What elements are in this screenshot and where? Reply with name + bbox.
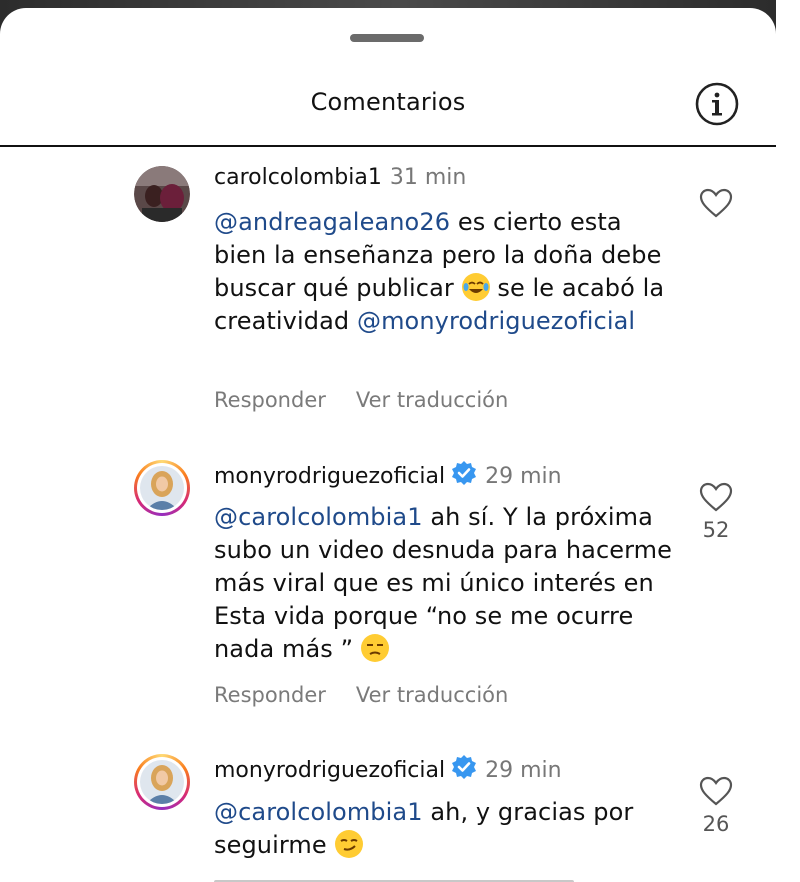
mention-link[interactable]: @carolcolombia1: [214, 503, 423, 531]
timestamp: 31 min: [389, 165, 467, 190]
comment-text: @carolcolombia1 ah, y gracias por seguir…: [214, 796, 674, 862]
like-count: 26: [702, 812, 730, 836]
avatar[interactable]: [134, 166, 190, 222]
comment-meta: monyrodriguezoficial 29 min: [214, 460, 562, 492]
username[interactable]: carolcolombia1: [214, 165, 382, 190]
comment-actions: Responder Ver traducción: [214, 683, 508, 707]
page-title: Comentarios: [310, 88, 466, 116]
username[interactable]: monyrodriguezoficial: [214, 758, 445, 783]
reply-button[interactable]: Responder: [214, 683, 326, 707]
header-divider: [0, 145, 776, 147]
heart-icon: [699, 188, 733, 218]
info-icon[interactable]: [694, 81, 740, 127]
comment-text: @carolcolombia1 ah sí. Y la próxima subo…: [214, 501, 674, 666]
like-count: 52: [702, 518, 730, 542]
mention-link[interactable]: @andreagaleano26: [214, 208, 450, 236]
timestamp: 29 min: [485, 758, 562, 783]
heart-icon: [699, 776, 733, 806]
verified-badge-icon: [451, 460, 477, 492]
mention-link[interactable]: @carolcolombia1: [214, 798, 423, 826]
translate-button[interactable]: Ver traducción: [356, 388, 508, 412]
avatar-photo: [134, 166, 190, 222]
comment-text: @andreagaleano26 es cierto esta bien la …: [214, 206, 674, 338]
tears-of-joy-emoji: [461, 273, 490, 301]
smirking-face-emoji: [334, 830, 363, 858]
comment-meta: monyrodriguezoficial 29 min: [214, 754, 562, 786]
comment-meta: carolcolombia1 31 min: [214, 165, 466, 190]
translate-button[interactable]: Ver traducción: [356, 683, 508, 707]
avatar[interactable]: [134, 754, 190, 810]
like-button[interactable]: 52: [696, 482, 736, 542]
avatar-photo: [140, 760, 184, 804]
heart-icon: [699, 482, 733, 512]
like-button[interactable]: 26: [696, 776, 736, 836]
verified-badge-icon: [451, 754, 477, 786]
comment-actions: Responder Ver traducción: [214, 388, 508, 412]
like-button[interactable]: [696, 188, 736, 218]
avatar[interactable]: [134, 460, 190, 516]
username[interactable]: monyrodriguezoficial: [214, 464, 445, 489]
right-gutter: [776, 0, 800, 882]
drag-handle[interactable]: [350, 34, 424, 42]
comments-sheet: Comentarios carolcolombia1 31 min @andrea…: [0, 8, 776, 882]
mention-link[interactable]: @monyrodriguezoficial: [357, 307, 635, 335]
timestamp: 29 min: [485, 464, 562, 489]
unamused-face-emoji: [360, 634, 389, 662]
avatar-photo: [140, 466, 184, 510]
reply-button[interactable]: Responder: [214, 388, 326, 412]
